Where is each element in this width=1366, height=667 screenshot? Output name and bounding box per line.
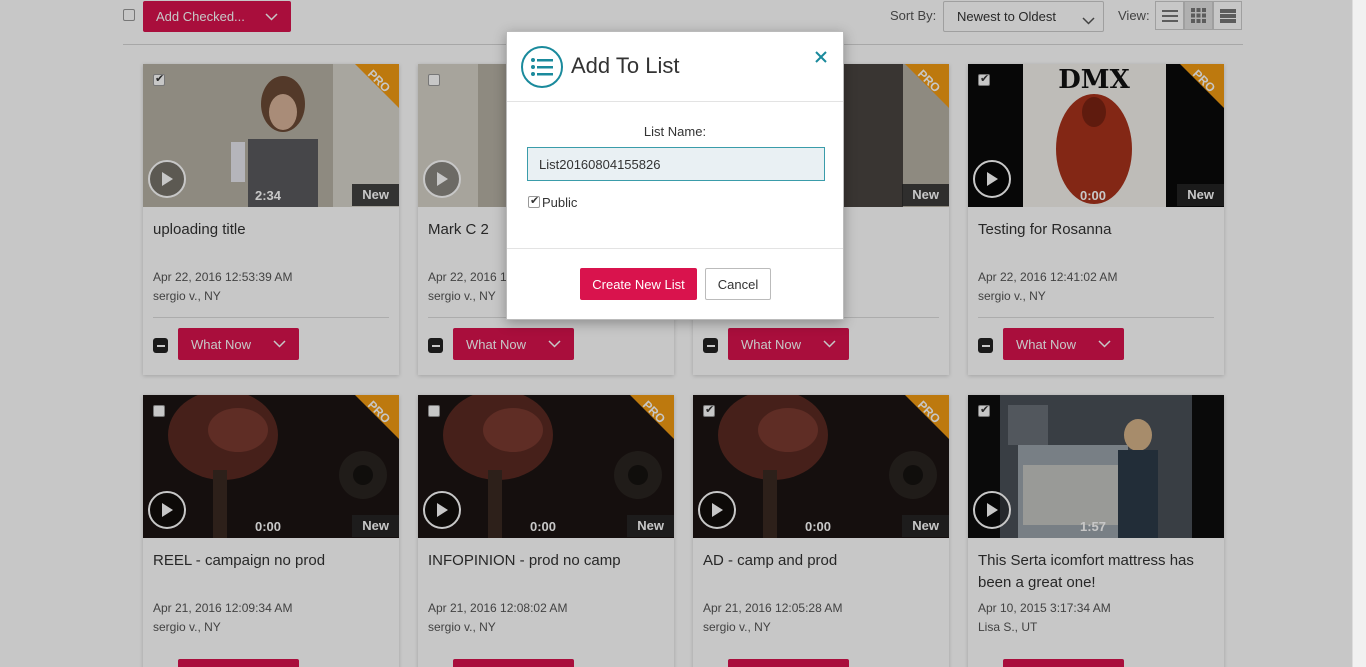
dialog-title: Add To List [571,53,680,78]
dialog-footer-divider [507,248,843,249]
list-name-label: List Name: [643,124,707,139]
dialog-header: Add To List [507,32,843,102]
cancel-button[interactable]: Cancel [705,268,771,300]
public-checkbox[interactable] [528,194,540,208]
list-icon [521,46,563,88]
public-label: Public [542,195,578,210]
create-new-list-button[interactable]: Create New List [580,268,697,300]
add-to-list-dialog: Add To List List Name: Public Create New… [506,31,844,320]
close-icon[interactable] [813,49,829,65]
list-name-input[interactable] [527,147,825,181]
page-scrollbar[interactable] [1352,0,1366,667]
